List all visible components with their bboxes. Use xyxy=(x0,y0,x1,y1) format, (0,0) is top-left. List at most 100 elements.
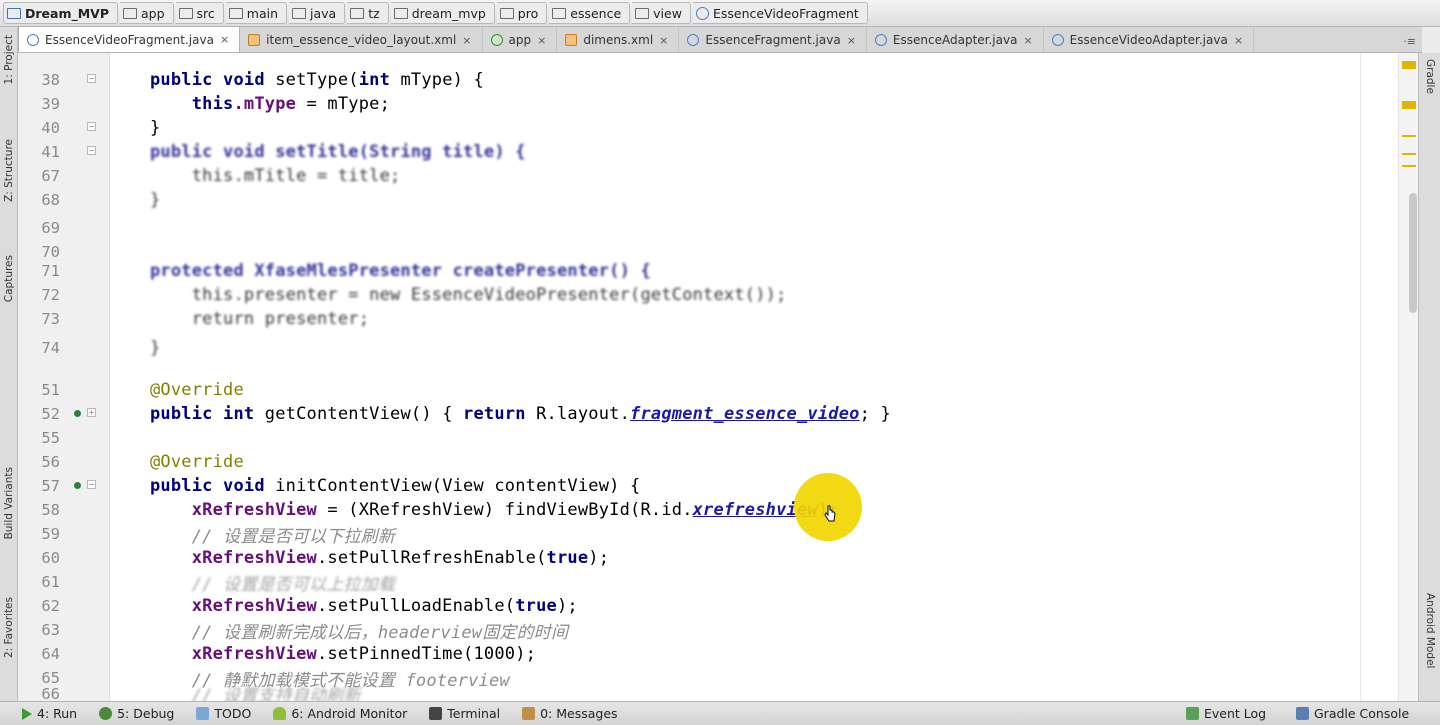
hand-cursor-icon xyxy=(824,505,836,522)
tab-essence-adapter[interactable]: EssenceAdapter.java × xyxy=(867,28,1044,52)
code-line: 72 this.presenter = new EssenceVideoPres… xyxy=(18,283,1398,307)
code-text: this.mType = mType; xyxy=(191,94,391,114)
code-text: this.presenter = new EssenceVideoPresent… xyxy=(191,285,787,305)
code-text: xRefreshView.setPinnedTime(1000); xyxy=(191,644,537,664)
close-icon[interactable]: × xyxy=(537,34,546,47)
fold-icon[interactable]: − xyxy=(87,480,96,489)
tool-project[interactable]: 1: Project xyxy=(0,35,18,84)
terminal-icon xyxy=(429,707,443,720)
tool-window-bar: 4: Run 5: Debug TODO 6: Android Monitor … xyxy=(0,701,1440,725)
breadcrumb-java[interactable]: java xyxy=(289,2,346,24)
tab-essence-video-adapter[interactable]: EssenceVideoAdapter.java × xyxy=(1044,28,1255,52)
code-text: xRefreshView.setPullLoadEnable(true); xyxy=(191,596,578,616)
gradle-console-icon xyxy=(1296,707,1309,720)
close-icon[interactable]: × xyxy=(462,34,471,47)
gutter-marker: − xyxy=(60,68,100,92)
warning-marker[interactable] xyxy=(1402,165,1416,167)
folder-icon xyxy=(123,7,138,19)
gradle-console-button[interactable]: Gradle Console xyxy=(1296,706,1409,721)
breadcrumb-class[interactable]: EssenceVideoFragment xyxy=(692,2,868,24)
code-text: this.mTitle = title; xyxy=(191,166,401,186)
folder-icon xyxy=(178,7,193,19)
line-number: 72 xyxy=(41,286,60,304)
breadcrumb-project[interactable]: Dream_MVP xyxy=(3,2,119,24)
code-line: 61 // 设置是否可以上拉加载 xyxy=(18,570,1398,595)
messages-button[interactable]: 0: Messages xyxy=(522,706,618,721)
code-text: return presenter; xyxy=(191,309,370,329)
code-line: 39 this.mType = mType; xyxy=(18,92,1398,116)
breadcrumb-src[interactable]: src xyxy=(175,2,224,24)
code-text: xRefreshView = (XRefreshView) findViewBy… xyxy=(191,500,839,520)
breadcrumb-essence[interactable]: essence xyxy=(549,2,631,24)
xml-file-icon xyxy=(565,34,578,46)
code-line: 58 xRefreshView = (XRefreshView) findVie… xyxy=(18,498,1398,522)
terminal-button[interactable]: Terminal xyxy=(429,706,500,721)
tab-dimens[interactable]: dimens.xml × xyxy=(557,28,680,52)
editor-error-stripe[interactable] xyxy=(1398,53,1418,701)
code-line: 73 return presenter; xyxy=(18,307,1398,331)
close-icon[interactable]: × xyxy=(1023,34,1032,47)
tab-essence-fragment[interactable]: EssenceFragment.java × xyxy=(679,28,867,52)
close-icon[interactable]: × xyxy=(659,34,668,47)
override-marker-icon[interactable] xyxy=(74,482,81,489)
tool-android-model[interactable]: Android Model xyxy=(1419,593,1440,668)
warning-marker[interactable] xyxy=(1402,61,1416,69)
tool-build-variants[interactable]: Build Variants xyxy=(0,467,18,539)
fold-icon[interactable]: + xyxy=(87,408,96,417)
folder-icon xyxy=(228,7,243,19)
line-number: 66 xyxy=(41,686,60,701)
warning-marker[interactable] xyxy=(1402,135,1416,137)
scrollbar-thumb[interactable] xyxy=(1409,193,1417,313)
resource-link[interactable]: fragment_essence_video xyxy=(630,404,860,424)
fold-icon[interactable]: − xyxy=(87,74,96,83)
close-icon[interactable]: × xyxy=(847,34,856,47)
warning-marker[interactable] xyxy=(1402,153,1416,155)
breadcrumb-main[interactable]: main xyxy=(225,2,288,24)
code-text: protected XfaseMlesPresenter createPrese… xyxy=(150,261,651,281)
breadcrumb-dream-mvp[interactable]: dream_mvp xyxy=(390,2,495,24)
tool-captures[interactable]: Captures xyxy=(0,255,18,302)
run-button[interactable]: 4: Run xyxy=(22,706,77,721)
line-number: 40 xyxy=(41,119,60,137)
breadcrumb-pro[interactable]: pro xyxy=(496,2,548,24)
line-number: 41 xyxy=(41,143,60,161)
code-line: 51 @Override xyxy=(18,378,1398,402)
tab-app[interactable]: app × xyxy=(483,28,558,52)
tab-item-essence-video-layout[interactable]: item_essence_video_layout.xml × xyxy=(240,28,483,52)
tool-gradle[interactable]: Gradle xyxy=(1419,59,1440,94)
fold-icon[interactable]: − xyxy=(87,146,96,155)
android-monitor-button[interactable]: 6: Android Monitor xyxy=(273,706,407,721)
debug-button[interactable]: 5: Debug xyxy=(99,706,174,721)
breadcrumb-view[interactable]: view xyxy=(632,2,691,24)
code-line: 62 xRefreshView.setPullLoadEnable(true); xyxy=(18,594,1398,618)
android-icon xyxy=(273,707,287,720)
warning-marker[interactable] xyxy=(1402,101,1416,109)
class-icon xyxy=(27,33,39,46)
tab-essence-video-fragment[interactable]: EssenceVideoFragment.java × xyxy=(18,26,241,52)
code-line: 56 @Override xyxy=(18,450,1398,474)
package-icon xyxy=(499,7,514,19)
navigation-breadcrumb: Dream_MVP app src main java tz dream_mvp… xyxy=(0,0,1440,27)
line-number: 51 xyxy=(41,381,60,399)
event-log-button[interactable]: Event Log xyxy=(1186,706,1266,721)
tool-favorites[interactable]: 2: Favorites xyxy=(0,597,18,658)
line-number: 64 xyxy=(41,645,60,663)
code-comment: // 设置刷新完成以后，headerview固定的时间 xyxy=(191,622,569,643)
todo-button[interactable]: TODO xyxy=(196,706,251,721)
breadcrumb-app[interactable]: app xyxy=(120,2,174,24)
breadcrumb-tz[interactable]: tz xyxy=(347,2,389,24)
close-icon[interactable]: × xyxy=(220,33,229,46)
code-text: public int getContentView() { return R.l… xyxy=(150,404,891,424)
gradle-module-icon xyxy=(490,34,503,46)
tool-structure[interactable]: Z: Structure xyxy=(0,139,18,202)
package-icon xyxy=(393,7,408,19)
fold-icon[interactable]: − xyxy=(87,122,96,131)
code-text: public void setTitle(String title) { xyxy=(150,142,526,162)
bug-icon xyxy=(99,707,113,720)
todo-icon xyxy=(196,707,210,720)
close-icon[interactable]: × xyxy=(1234,34,1243,47)
tab-list-menu-icon[interactable]: ·≡ xyxy=(1403,35,1422,52)
line-number: 39 xyxy=(41,95,60,113)
line-number: 65 xyxy=(41,669,60,687)
override-marker-icon[interactable] xyxy=(74,410,81,417)
